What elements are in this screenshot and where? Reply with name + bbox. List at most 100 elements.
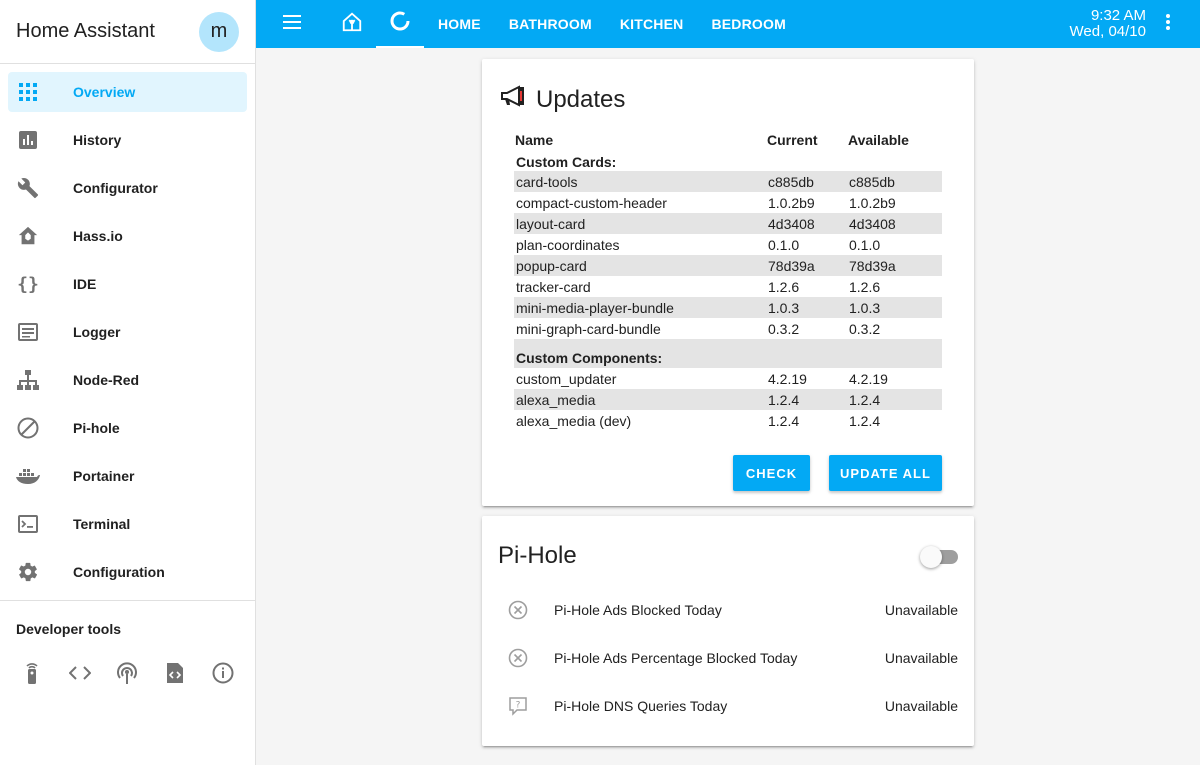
tab-bathroom[interactable]: BATHROOM — [495, 0, 606, 48]
table-row: tracker-card 1.2.6 1.2.6 — [514, 276, 942, 297]
sidebar-item-label: Logger — [73, 324, 121, 340]
sidebar-item-label: Node-Red — [73, 372, 140, 388]
sidebar-item-label: Pi-hole — [73, 420, 120, 436]
clock-date: Wed, 04/10 — [1069, 23, 1146, 40]
cell-current: 0.3.2 — [768, 320, 800, 337]
sidebar-item-history[interactable]: History — [8, 120, 247, 160]
sidebar-item-label: History — [73, 132, 122, 148]
tab-home-assistant-icon[interactable] — [328, 0, 376, 48]
updates-header: Updates — [500, 85, 625, 114]
sidebar-item-portainer[interactable]: Portainer — [8, 456, 247, 496]
more-options-button[interactable] — [1156, 12, 1180, 36]
sitemap-icon — [16, 368, 40, 392]
table-row: alexa_media 1.2.4 1.2.4 — [514, 389, 942, 410]
cell-name: card-tools — [514, 171, 766, 192]
table-row: mini-media-player-bundle 1.0.3 1.0.3 — [514, 297, 942, 318]
section-row: Custom Cards: — [514, 149, 942, 171]
cell-current: 1.0.3 — [766, 297, 847, 318]
cell-current: c885db — [766, 171, 847, 192]
cell-name: alexa_media — [514, 389, 766, 410]
tab-status-icon[interactable] — [376, 0, 424, 48]
sidebar-item-ide[interactable]: {} IDE — [8, 264, 247, 304]
antenna-icon[interactable] — [104, 653, 152, 693]
check-button[interactable]: CHECK — [733, 455, 810, 491]
table-row: card-tools c885db c885db — [514, 171, 942, 192]
entity-label: Pi-Hole Ads Blocked Today — [554, 602, 722, 618]
menu-button[interactable] — [268, 0, 316, 48]
sidebar-item-node-red[interactable]: Node-Red — [8, 360, 247, 400]
cell-available: 1.2.4 — [849, 412, 881, 429]
code-tags-icon[interactable] — [56, 653, 104, 693]
sidebar-item-label: IDE — [73, 276, 97, 292]
text-box-icon — [16, 320, 40, 344]
entity-row[interactable]: Pi-Hole Ads Percentage Blocked Today Una… — [498, 638, 958, 678]
table-row: layout-card 4d3408 4d3408 — [514, 213, 942, 234]
sidebar-item-label: Overview — [73, 84, 136, 100]
section-title: Custom Components: — [514, 339, 942, 368]
home-assistant-icon — [341, 11, 363, 38]
cell-available: 78d39a — [847, 255, 942, 276]
update-all-button[interactable]: UPDATE ALL — [829, 455, 942, 491]
file-code-icon[interactable] — [151, 653, 199, 693]
avatar[interactable]: m — [199, 11, 239, 52]
sidebar-item-label: Terminal — [73, 516, 131, 532]
cell-available: 0.3.2 — [849, 320, 881, 337]
cell-available: 1.0.2b9 — [849, 194, 896, 211]
braces-icon: {} — [17, 273, 39, 295]
sidebar-item-logger[interactable]: Logger — [8, 312, 247, 352]
chart-bar-icon — [16, 128, 40, 152]
entity-row[interactable]: ? Pi-Hole DNS Queries Today Unavailable — [498, 686, 958, 726]
cell-current: 4d3408 — [766, 213, 847, 234]
menu-icon — [283, 14, 301, 34]
comment-question-icon: ? — [498, 686, 538, 726]
tab-home[interactable]: HOME — [424, 0, 495, 48]
sidebar-item-overview[interactable]: Overview — [8, 72, 247, 112]
section-title: Custom Cards: — [516, 154, 617, 170]
table-row: compact-custom-header 1.0.2b9 1.0.2b9 — [514, 192, 942, 213]
clock: 9:32 AM Wed, 04/10 — [1070, 8, 1146, 40]
grid-icon — [16, 80, 40, 104]
developer-tools-row — [0, 637, 255, 693]
sidebar-item-label: Hass.io — [73, 228, 123, 244]
hass-io-icon — [16, 224, 40, 248]
close-circle-icon — [498, 638, 538, 678]
table-row: custom_updater 4.2.19 4.2.19 — [514, 368, 942, 389]
cell-name: popup-card — [514, 255, 766, 276]
dots-vertical-icon — [1166, 13, 1170, 35]
clock-time: 9:32 AM — [1090, 7, 1146, 24]
remote-icon[interactable] — [8, 653, 56, 693]
sidebar-header: Home Assistant m — [0, 0, 255, 64]
column-header-name: Name — [515, 132, 554, 148]
entity-row[interactable]: Pi-Hole Ads Blocked Today Unavailable — [498, 590, 958, 630]
toggle-thumb — [920, 546, 942, 568]
cell-available: 4d3408 — [847, 213, 942, 234]
sidebar-item-hass-io[interactable]: Hass.io — [8, 216, 247, 256]
cell-available: 1.2.4 — [847, 389, 942, 410]
cell-current: 4.2.19 — [768, 370, 807, 387]
cell-name: mini-graph-card-bundle — [516, 320, 661, 337]
entity-value: Unavailable — [884, 698, 958, 714]
wrench-icon — [16, 176, 40, 200]
bullhorn-icon — [500, 85, 536, 114]
sidebar-item-pi-hole[interactable]: Pi-hole — [8, 408, 247, 448]
column-header-current: Current — [767, 132, 818, 148]
table-row: mini-graph-card-bundle 0.3.2 0.3.2 — [514, 318, 942, 339]
tab-bedroom[interactable]: BEDROOM — [697, 0, 800, 48]
svg-text:?: ? — [516, 701, 521, 711]
developer-tools-title: Developer tools — [16, 621, 122, 637]
updates-card: Updates Name Current Available Custom Ca… — [482, 59, 974, 506]
info-icon[interactable] — [199, 653, 247, 693]
sidebar-item-label: Configurator — [73, 180, 158, 196]
tab-kitchen[interactable]: KITCHEN — [606, 0, 698, 48]
entity-value: Unavailable — [884, 650, 958, 666]
sidebar-item-label: Portainer — [73, 468, 135, 484]
cell-name: custom_updater — [516, 370, 617, 387]
cell-name: layout-card — [514, 213, 766, 234]
pi-hole-toggle[interactable] — [920, 546, 958, 568]
entity-value: Unavailable — [884, 602, 958, 618]
sidebar-item-configurator[interactable]: Configurator — [8, 168, 247, 208]
cell-current: 78d39a — [766, 255, 847, 276]
app-title: Home Assistant — [16, 20, 155, 42]
sidebar-item-terminal[interactable]: Terminal — [8, 504, 247, 544]
sidebar-item-configuration[interactable]: Configuration — [8, 552, 247, 592]
